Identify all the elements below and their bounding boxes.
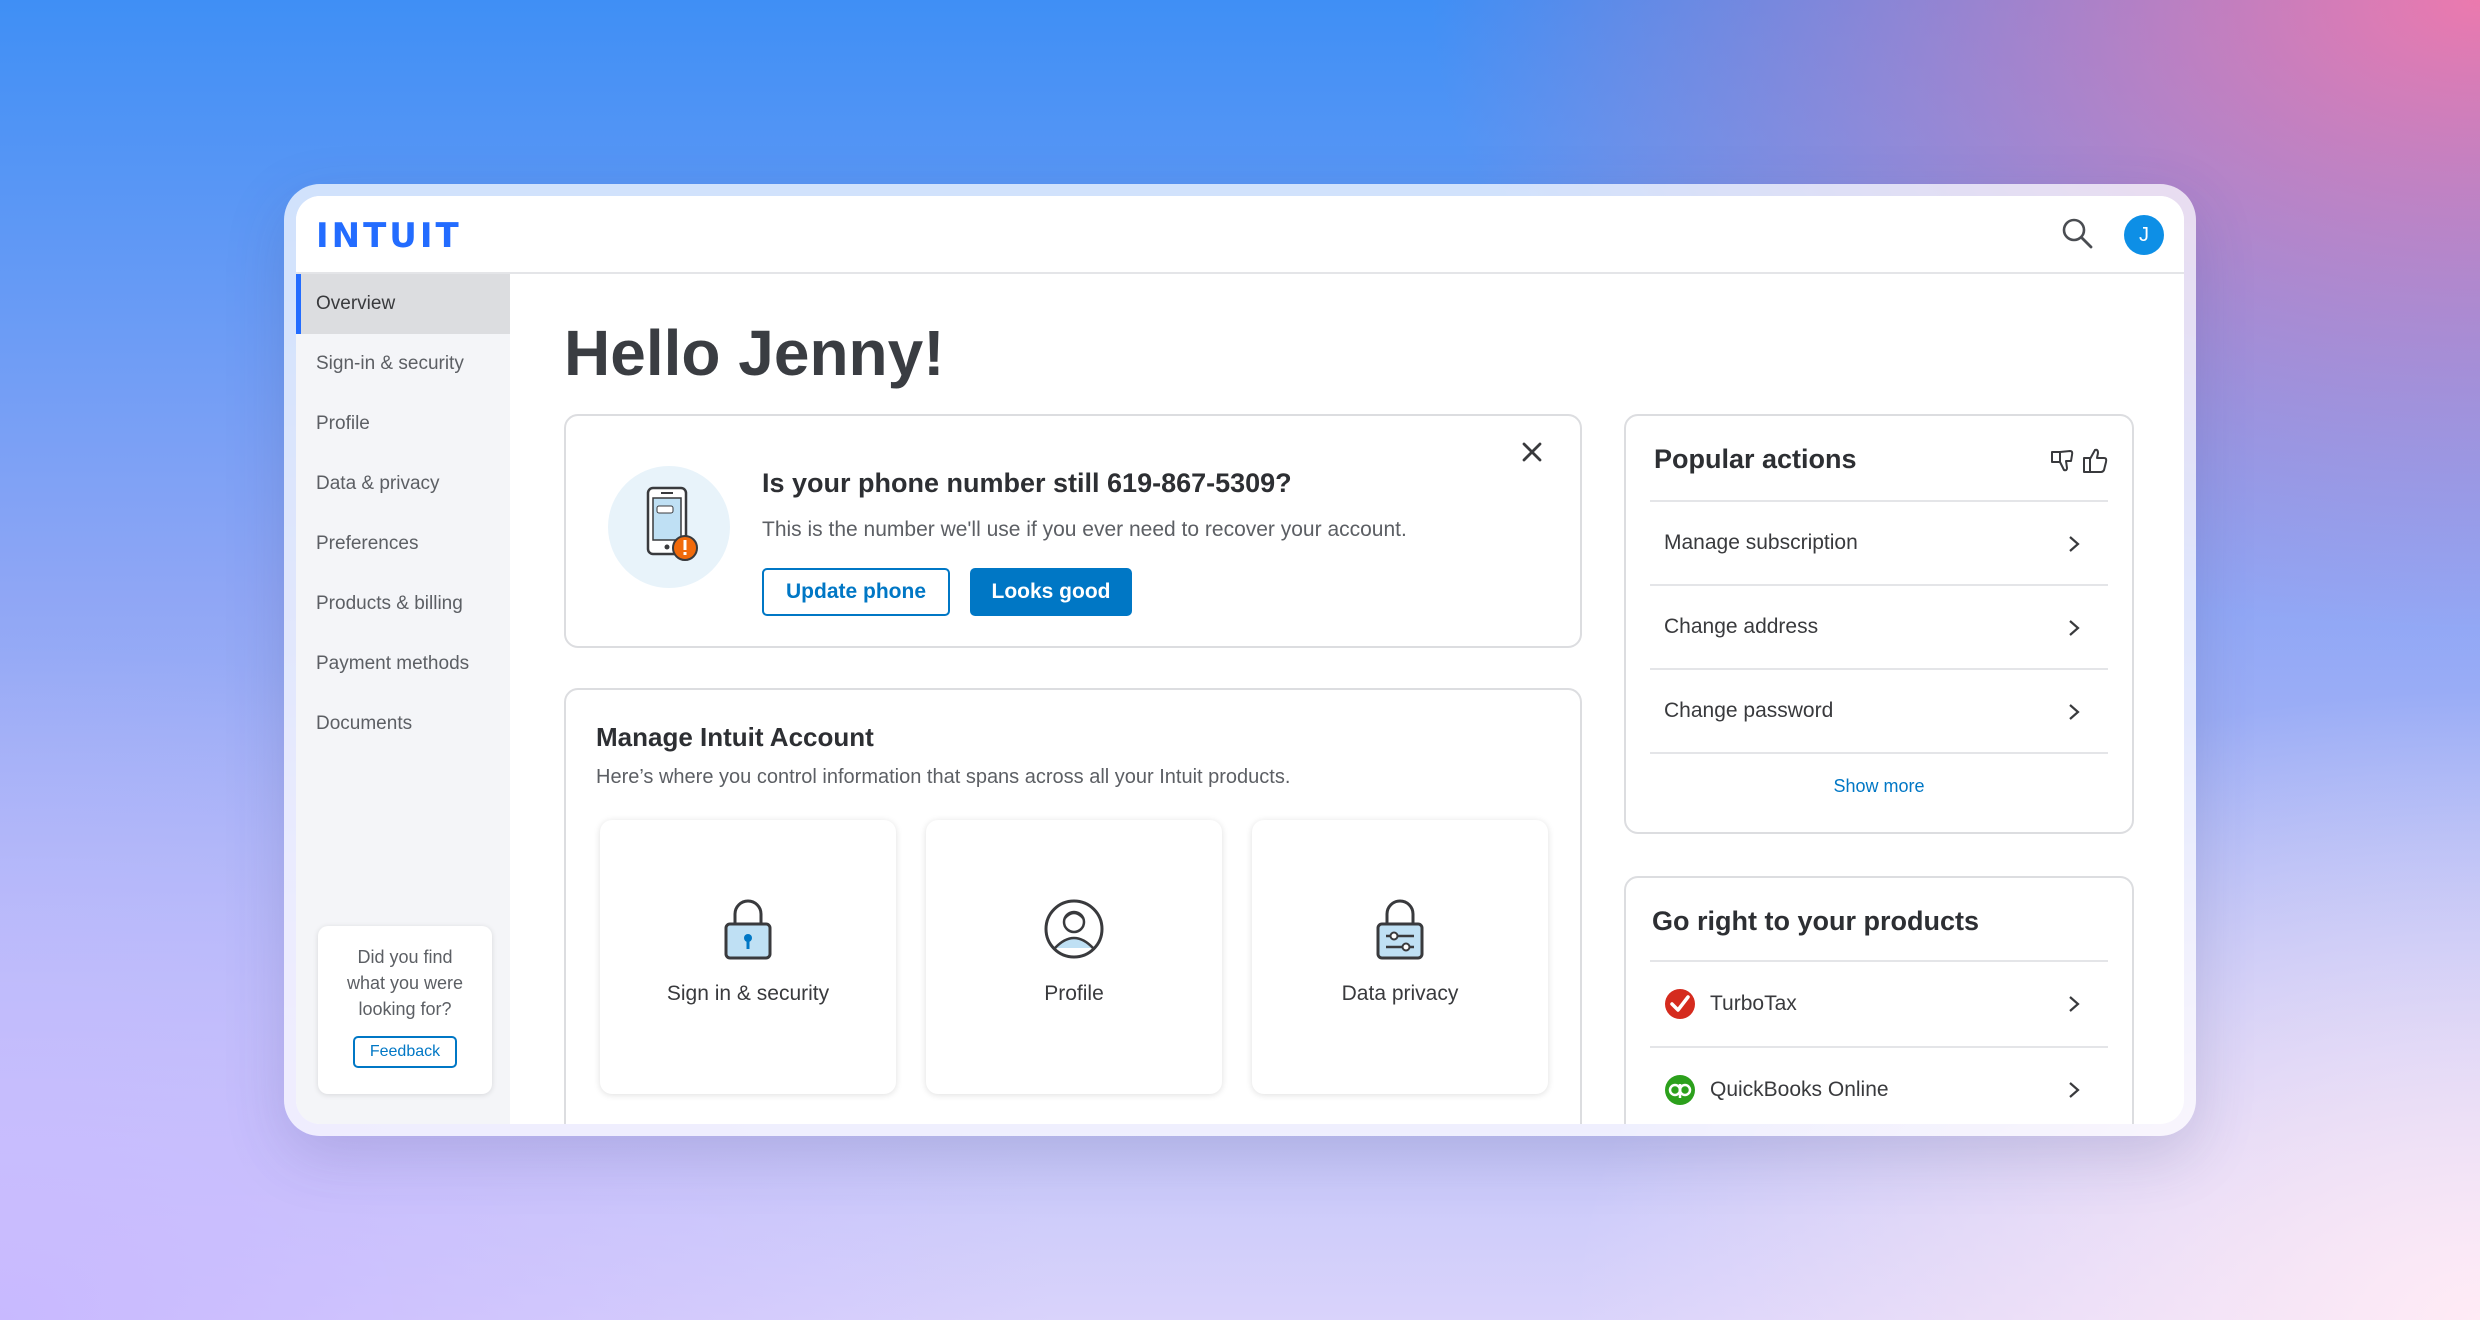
- tile-sign-in-security[interactable]: Sign in & security: [600, 820, 896, 1094]
- sidebar-item-preferences[interactable]: Preferences: [296, 514, 510, 574]
- sidebar-item-documents[interactable]: Documents: [296, 694, 510, 754]
- sidebar-item-overview[interactable]: Overview: [296, 274, 510, 334]
- tile-data-privacy[interactable]: Data privacy: [1252, 820, 1548, 1094]
- close-icon[interactable]: [1518, 438, 1546, 466]
- popular-action-manage-subscription[interactable]: Manage subscription: [1650, 500, 2108, 584]
- sidebar-item-sign-in-security[interactable]: Sign-in & security: [296, 334, 510, 394]
- product-turbotax[interactable]: TurboTax: [1650, 960, 2108, 1046]
- quickbooks-logo-icon: [1665, 1075, 1695, 1105]
- feedback-question-line: looking for?: [358, 999, 452, 1019]
- top-bar: INTUIT J: [296, 196, 2184, 274]
- feedback-question-line: what you were: [346, 973, 464, 993]
- phone-card-subtitle: This is the number we'll use if you ever…: [762, 518, 1407, 541]
- sidebar-item-products-billing[interactable]: Products & billing: [296, 574, 510, 634]
- manage-account-card: Manage Intuit Account Here’s where you c…: [564, 688, 1582, 1124]
- chevron-right-icon: [2069, 536, 2080, 552]
- phone-alert-illustration: [608, 466, 730, 588]
- popular-action-change-address[interactable]: Change address: [1650, 584, 2108, 668]
- tile-label: Data privacy: [1341, 982, 1459, 1005]
- phone-alert-icon: [646, 486, 698, 561]
- feedback-card: Did you find what you were looking for? …: [318, 926, 492, 1094]
- feedback-button[interactable]: Feedback: [353, 1036, 457, 1068]
- main-content: Hello Jenny! Is your phone number still …: [510, 274, 2184, 1124]
- chevron-right-icon: [2069, 620, 2080, 636]
- thumbs-feedback-icon[interactable]: [2048, 444, 2112, 476]
- popular-action-label: Change password: [1664, 699, 1834, 722]
- sidebar-item-profile[interactable]: Profile: [296, 394, 510, 454]
- popular-actions-title: Popular actions: [1654, 444, 1857, 474]
- product-name: TurboTax: [1710, 992, 1797, 1015]
- tile-label: Profile: [1044, 982, 1104, 1005]
- show-more-link[interactable]: Show more: [1650, 752, 2108, 797]
- privacy-lock-icon: [1376, 899, 1424, 960]
- tile-label: Sign in & security: [666, 982, 830, 1005]
- sidebar: Overview Sign-in & security Profile Data…: [296, 274, 510, 1124]
- product-quickbooks-online[interactable]: QuickBooks Online: [1650, 1046, 2108, 1124]
- lock-icon: [724, 899, 772, 960]
- app-window: INTUIT J Overview Sign-in & security Pro…: [296, 196, 2184, 1124]
- phone-verification-card: Is your phone number still 619-867-5309?…: [564, 414, 1582, 648]
- sidebar-item-payment-methods[interactable]: Payment methods: [296, 634, 510, 694]
- manage-account-subtitle: Here’s where you control information tha…: [596, 766, 1291, 788]
- product-name: QuickBooks Online: [1710, 1078, 1889, 1101]
- search-icon[interactable]: [2060, 216, 2094, 250]
- sidebar-item-data-privacy[interactable]: Data & privacy: [296, 454, 510, 514]
- page-title: Hello Jenny!: [564, 317, 945, 389]
- avatar[interactable]: J: [2124, 215, 2164, 255]
- popular-action-label: Change address: [1664, 615, 1819, 638]
- intuit-logo[interactable]: INTUIT: [316, 216, 462, 256]
- popular-action-change-password[interactable]: Change password: [1650, 668, 2108, 752]
- popular-action-label: Manage subscription: [1664, 531, 1858, 554]
- chevron-right-icon: [2069, 704, 2080, 720]
- popular-actions-card: Popular actions Manage subscription Chan…: [1624, 414, 2134, 834]
- looks-good-button[interactable]: Looks good: [970, 568, 1132, 616]
- chevron-right-icon: [2069, 1082, 2080, 1098]
- phone-card-title: Is your phone number still 619-867-5309?: [762, 468, 1292, 498]
- tile-profile[interactable]: Profile: [926, 820, 1222, 1094]
- chevron-right-icon: [2069, 996, 2080, 1012]
- turbotax-logo-icon: [1665, 989, 1695, 1019]
- update-phone-button[interactable]: Update phone: [762, 568, 950, 616]
- feedback-question-line: Did you find: [357, 947, 453, 967]
- products-card: Go right to your products TurboTax Quick…: [1624, 876, 2134, 1124]
- manage-account-title: Manage Intuit Account: [596, 722, 874, 752]
- person-icon: [1044, 899, 1104, 959]
- products-title: Go right to your products: [1652, 906, 1979, 936]
